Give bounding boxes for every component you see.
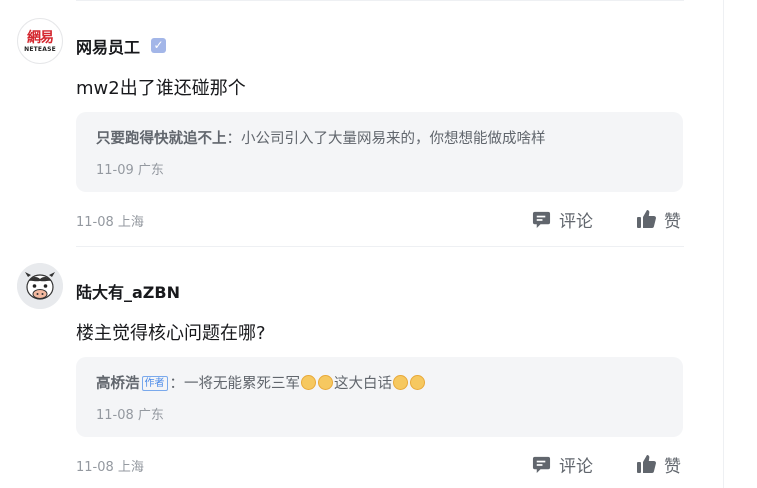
reply-meta: 11-09 广东: [96, 163, 164, 178]
like-button[interactable]: 赞: [636, 453, 681, 477]
comment-divider: [76, 246, 684, 247]
thumbs-up-icon: [637, 210, 656, 228]
cow-avatar-icon: [17, 263, 63, 309]
emoji-icon: [301, 375, 316, 390]
netease-logo-subtext: NETEASE: [24, 46, 56, 53]
avatar[interactable]: 網易 NETEASE: [17, 18, 63, 64]
reply-author[interactable]: 只要跑得快就追不上: [96, 131, 227, 147]
comment-time: 11-08 上海: [76, 460, 144, 475]
top-divider: [76, 0, 684, 3]
emoji-icon: [318, 375, 333, 390]
verified-icon: ✓: [151, 38, 166, 53]
username[interactable]: 陆大有_aZBN: [76, 279, 180, 303]
like-label: 赞: [664, 456, 681, 477]
right-border: [723, 0, 724, 488]
author-badge: 作者: [141, 376, 168, 391]
like-label: 赞: [664, 211, 681, 232]
reply-text: 小公司引入了大量网易来的，你想想能做成啥样: [241, 131, 546, 147]
avatar[interactable]: [17, 263, 63, 309]
reply-preview[interactable]: 高桥浩 作者 ：一将无能累死三军 这大白话 11-08 广东: [76, 357, 683, 437]
comment-button[interactable]: 评论: [532, 208, 593, 232]
reply-text-tail: 这大白话: [334, 376, 392, 392]
comment-time: 11-08 上海: [76, 215, 144, 230]
emoji-icon: [410, 375, 425, 390]
comment-label: 评论: [559, 456, 593, 477]
comment-button[interactable]: 评论: [532, 453, 593, 477]
netease-logo-text: 網易: [27, 30, 54, 46]
reply-separator: ：: [169, 376, 185, 392]
reply-line: 高桥浩 作者 ：一将无能累死三军 这大白话: [96, 372, 426, 393]
reply-meta: 11-08 广东: [96, 408, 164, 423]
comment-icon: [532, 456, 551, 473]
comment-text: mw2出了谁还碰那个: [76, 78, 246, 99]
comment-text: 楼主觉得核心问题在哪?: [76, 323, 266, 344]
username[interactable]: 网易员工: [76, 34, 140, 58]
comment-icon: [532, 211, 551, 228]
emoji-icon: [393, 375, 408, 390]
reply-line: 只要跑得快就追不上：小公司引入了大量网易来的，你想想能做成啥样: [96, 127, 546, 148]
comment-meta-row: 11-08 上海 评论 赞: [76, 208, 696, 232]
like-button[interactable]: 赞: [636, 208, 681, 232]
thumbs-up-icon: [637, 455, 656, 473]
reply-author[interactable]: 高桥浩: [96, 376, 140, 392]
reply-separator: ：: [226, 131, 242, 147]
comment-label: 评论: [559, 211, 593, 232]
reply-text: 一将无能累死三军: [184, 376, 300, 392]
comment-meta-row: 11-08 上海 评论 赞: [76, 453, 696, 477]
reply-preview[interactable]: 只要跑得快就追不上：小公司引入了大量网易来的，你想想能做成啥样 11-09 广东: [76, 112, 683, 192]
